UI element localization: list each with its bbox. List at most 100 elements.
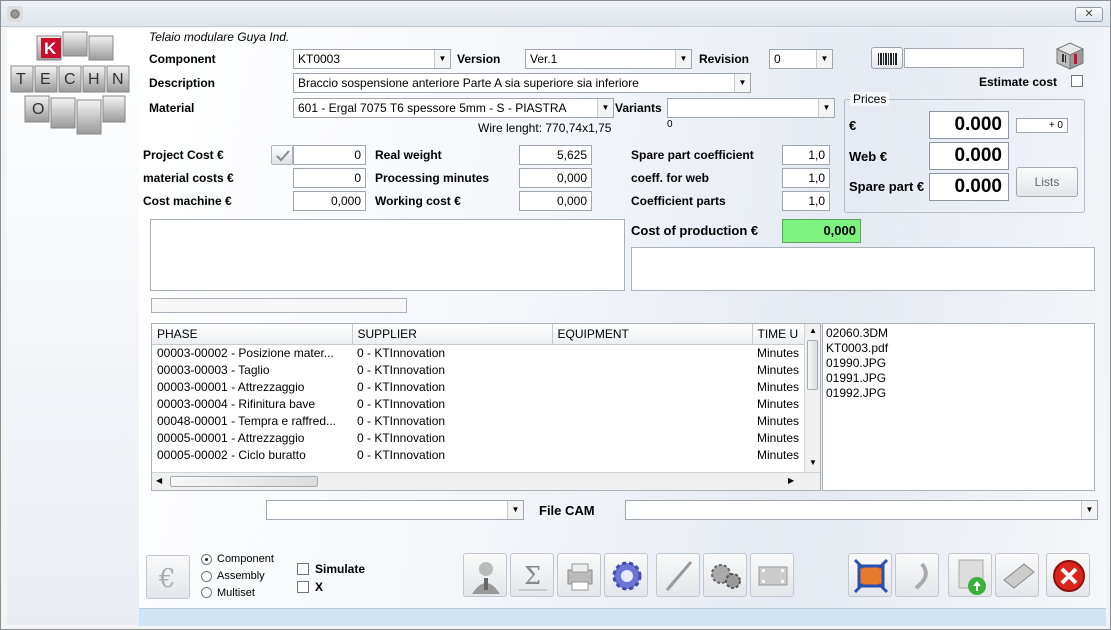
notes-textarea[interactable]: [150, 219, 625, 291]
window-close-button[interactable]: ✕: [1075, 7, 1103, 22]
mode-radio-multiset[interactable]: [201, 587, 212, 598]
file-cam-left-select[interactable]: ▼: [266, 500, 524, 520]
vertical-scroll-thumb[interactable]: [807, 340, 818, 390]
lists-button[interactable]: Lists: [1016, 167, 1078, 197]
barcode-icon[interactable]: [871, 47, 903, 69]
column-header-equipment[interactable]: EQUIPMENT: [552, 324, 753, 345]
phase-cell: 00003-00001 - Attrezzaggio: [157, 379, 305, 394]
variants-label: Variants: [615, 101, 662, 115]
column-header-time-unit[interactable]: TIME U: [752, 324, 805, 345]
pen-button[interactable]: [656, 553, 700, 597]
material-costs-field[interactable]: 0: [293, 168, 366, 188]
status-bar: [139, 608, 1106, 626]
parts-coeff-label: Coefficient parts: [631, 194, 726, 208]
exit-button[interactable]: [1046, 553, 1090, 597]
app-system-icon[interactable]: [7, 6, 23, 22]
list-item[interactable]: 01991.JPG: [826, 371, 1091, 386]
back-button[interactable]: [895, 553, 939, 597]
money-button[interactable]: [995, 553, 1039, 597]
supplier-cell: 0 - KTInnovation: [357, 447, 446, 462]
variants-select[interactable]: ▼: [667, 98, 835, 118]
parts-coeff-field[interactable]: 1,0: [782, 191, 830, 211]
material-costs-label: material costs €: [143, 171, 234, 185]
table-row[interactable]: 00005-00001 - Attrezzaggio 0 - KTInnovat…: [152, 429, 804, 446]
scroll-right-arrow-icon[interactable]: ▶: [788, 476, 794, 485]
x-checkbox[interactable]: [297, 581, 309, 593]
phases-vertical-scrollbar[interactable]: ▲ ▼: [804, 324, 820, 472]
simulate-checkbox[interactable]: [297, 563, 309, 575]
table-row[interactable]: 00003-00001 - Attrezzaggio 0 - KTInnovat…: [152, 378, 804, 395]
list-item[interactable]: 01990.JPG: [826, 356, 1091, 371]
web-coeff-field[interactable]: 1,0: [782, 168, 830, 188]
phases-horizontal-scrollbar[interactable]: ◀ ▶: [152, 472, 820, 490]
chevron-down-icon[interactable]: ▼: [818, 99, 834, 117]
cost-machine-field[interactable]: 0,000: [293, 191, 366, 211]
scroll-up-arrow-icon[interactable]: ▲: [809, 326, 817, 335]
project-cost-field[interactable]: 0: [293, 145, 366, 165]
chevron-down-icon[interactable]: ▼: [816, 50, 832, 68]
film-button[interactable]: [750, 553, 794, 597]
file-cam-right-select[interactable]: ▼: [625, 500, 1098, 520]
equipment-cell: [552, 429, 752, 446]
operator-button[interactable]: [463, 553, 507, 597]
component-select[interactable]: KT0003 ▼: [293, 49, 451, 69]
description-select[interactable]: Braccio sospensione anteriore Parte A si…: [293, 73, 751, 93]
price-spare-label: Spare part €: [849, 179, 925, 194]
table-row[interactable]: 00048-00001 - Tempra e raffred... 0 - KT…: [152, 412, 804, 429]
processing-minutes-field[interactable]: 0,000: [519, 168, 592, 188]
list-item[interactable]: KT0003.pdf: [826, 341, 1091, 356]
estimate-cost-checkbox[interactable]: [1071, 75, 1083, 87]
horizontal-scroll-thumb[interactable]: [170, 476, 318, 487]
operator-icon: [472, 562, 500, 594]
version-select[interactable]: Ver.1 ▼: [525, 49, 692, 69]
price-spare-field[interactable]: 0.000: [929, 173, 1009, 201]
mode-radio-assembly[interactable]: [201, 571, 212, 582]
time-unit-cell: Minutes: [757, 413, 800, 428]
revision-select[interactable]: 0 ▼: [769, 49, 833, 69]
material-select[interactable]: 601 - Ergal 7075 T6 spessore 5mm - S - P…: [293, 98, 614, 118]
fullscreen-button[interactable]: [848, 553, 892, 597]
scroll-down-arrow-icon[interactable]: ▼: [809, 458, 817, 467]
barcode-input[interactable]: [904, 48, 1024, 68]
chevron-down-icon[interactable]: ▼: [434, 50, 450, 68]
scroll-left-arrow-icon[interactable]: ◀: [156, 476, 162, 485]
print-button[interactable]: [557, 553, 601, 597]
production-notes-textarea[interactable]: [631, 247, 1095, 291]
time-unit-cell: Minutes: [757, 396, 800, 411]
list-item[interactable]: 02060.3DM: [826, 326, 1091, 341]
euro-button[interactable]: €: [146, 555, 190, 599]
spare-coeff-field[interactable]: 1,0: [782, 145, 830, 165]
table-row[interactable]: 00003-00004 - Rifinitura bave 0 - KTInno…: [152, 395, 804, 412]
edit-check-icon[interactable]: [271, 145, 293, 165]
mode-radio-component[interactable]: [201, 554, 212, 565]
list-item[interactable]: 01992.JPG: [826, 386, 1091, 401]
sum-button[interactable]: Σ: [510, 553, 554, 597]
version-label: Version: [457, 52, 501, 66]
chevron-down-icon[interactable]: ▼: [507, 501, 523, 519]
chevron-down-icon[interactable]: ▼: [734, 74, 750, 92]
gears-button[interactable]: [703, 553, 747, 597]
upload-button[interactable]: [948, 553, 992, 597]
mode-label-multiset: Multiset: [217, 587, 255, 599]
title-bar: ✕: [1, 1, 1110, 27]
film-icon: [758, 566, 788, 586]
package-icon[interactable]: [1053, 39, 1087, 71]
chevron-down-icon[interactable]: ▼: [1081, 501, 1097, 519]
real-weight-field[interactable]: 5,625: [519, 145, 592, 165]
mode-label-assembly: Assembly: [217, 570, 265, 582]
chevron-down-icon[interactable]: ▼: [597, 99, 613, 117]
table-row[interactable]: 00003-00003 - Taglio 0 - KTInnovation Mi…: [152, 361, 804, 378]
material-value: 601 - Ergal 7075 T6 spessore 5mm - S - P…: [298, 101, 567, 115]
column-header-phase[interactable]: PHASE: [152, 324, 353, 345]
table-row[interactable]: 00005-00002 - Ciclo buratto 0 - KTInnova…: [152, 446, 804, 463]
price-euro-field[interactable]: 0.000: [929, 111, 1009, 139]
gears-icon: [711, 564, 741, 589]
logo-letter-h: H: [88, 71, 100, 88]
chevron-down-icon[interactable]: ▼: [675, 50, 691, 68]
column-header-supplier[interactable]: SUPPLIER: [352, 324, 553, 345]
table-row[interactable]: 00003-00002 - Posizione mater... 0 - KTI…: [152, 344, 804, 361]
working-cost-field[interactable]: 0,000: [519, 191, 592, 211]
settings-button[interactable]: [604, 553, 648, 597]
price-web-field[interactable]: 0.000: [929, 142, 1009, 170]
upload-icon: [958, 559, 986, 595]
